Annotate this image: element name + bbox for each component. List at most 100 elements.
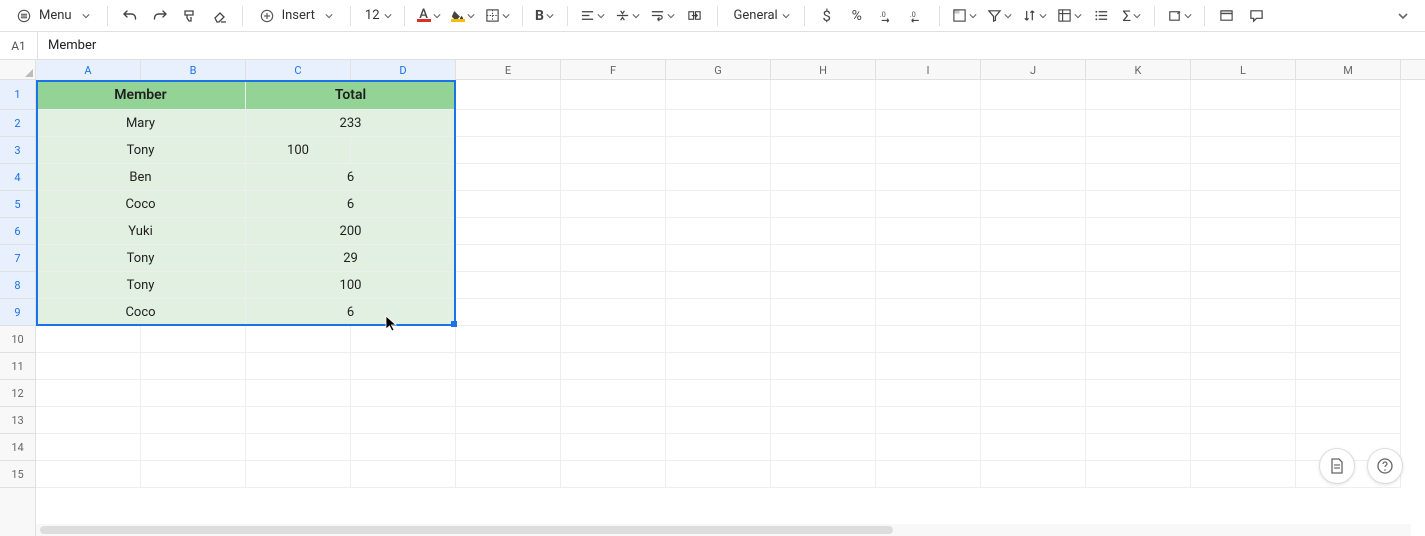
menu-button[interactable]: Menu	[8, 2, 99, 30]
cell[interactable]	[771, 191, 876, 218]
cell[interactable]	[246, 461, 351, 488]
row-header[interactable]: 2	[0, 110, 35, 137]
cell[interactable]	[1086, 110, 1191, 137]
cell[interactable]	[1191, 326, 1296, 353]
cell[interactable]	[141, 326, 246, 353]
font-color-button[interactable]: A	[413, 2, 445, 30]
cell[interactable]	[1296, 137, 1401, 164]
redo-button[interactable]	[146, 2, 174, 30]
cell[interactable]	[981, 110, 1086, 137]
column-header[interactable]: I	[876, 60, 981, 80]
cell[interactable]	[876, 434, 981, 461]
cell[interactable]	[1191, 191, 1296, 218]
help-float-button[interactable]	[1367, 448, 1403, 484]
cell[interactable]	[876, 407, 981, 434]
cell[interactable]	[1296, 272, 1401, 299]
cell[interactable]	[1086, 353, 1191, 380]
cell[interactable]	[561, 353, 666, 380]
cell[interactable]: Member	[36, 80, 246, 110]
cell[interactable]	[771, 434, 876, 461]
cell[interactable]	[876, 353, 981, 380]
cell[interactable]	[36, 407, 141, 434]
cell[interactable]: Tony	[36, 272, 246, 299]
cell[interactable]	[456, 461, 561, 488]
cell[interactable]	[1191, 110, 1296, 137]
cell[interactable]: 100	[246, 272, 456, 299]
cell[interactable]: Tony	[36, 245, 246, 272]
percent-button[interactable]: %	[843, 2, 871, 30]
cell[interactable]: 29	[246, 245, 456, 272]
cell[interactable]	[876, 191, 981, 218]
cell[interactable]	[351, 353, 456, 380]
cell[interactable]	[666, 326, 771, 353]
cell[interactable]	[1191, 137, 1296, 164]
cell[interactable]	[456, 164, 561, 191]
cell[interactable]	[876, 80, 981, 110]
cell[interactable]	[1296, 245, 1401, 272]
cell[interactable]	[456, 272, 561, 299]
column-header[interactable]: D	[351, 60, 456, 80]
cell[interactable]	[1191, 461, 1296, 488]
cell[interactable]	[981, 299, 1086, 326]
cell[interactable]	[1296, 299, 1401, 326]
cell[interactable]	[561, 191, 666, 218]
column-header[interactable]: G	[666, 60, 771, 80]
merge-button[interactable]	[681, 2, 709, 30]
cell[interactable]	[1086, 326, 1191, 353]
cell[interactable]	[141, 434, 246, 461]
cell[interactable]	[351, 380, 456, 407]
row-header[interactable]: 14	[0, 434, 35, 461]
filter-button[interactable]	[983, 2, 1016, 30]
column-header[interactable]: E	[456, 60, 561, 80]
undo-button[interactable]	[116, 2, 144, 30]
cell[interactable]	[1086, 380, 1191, 407]
cell[interactable]	[36, 326, 141, 353]
cell[interactable]	[666, 461, 771, 488]
cell[interactable]	[981, 164, 1086, 191]
cell[interactable]	[246, 326, 351, 353]
cell[interactable]	[981, 272, 1086, 299]
cell[interactable]	[456, 407, 561, 434]
cell[interactable]	[351, 407, 456, 434]
cell[interactable]	[771, 353, 876, 380]
cell[interactable]	[771, 137, 876, 164]
pivot-button[interactable]	[1053, 2, 1086, 30]
format-painter-button[interactable]	[176, 2, 204, 30]
cell[interactable]: Coco	[36, 299, 246, 326]
cell[interactable]	[561, 272, 666, 299]
scrollbar-thumb[interactable]	[40, 526, 893, 534]
cell[interactable]	[666, 299, 771, 326]
list-button[interactable]	[1088, 2, 1116, 30]
cell[interactable]: Coco	[36, 191, 246, 218]
cell[interactable]	[981, 245, 1086, 272]
cell[interactable]	[456, 137, 561, 164]
number-format-button[interactable]: General	[726, 2, 796, 30]
cell[interactable]	[1086, 218, 1191, 245]
toolbar-expand-button[interactable]	[1389, 2, 1417, 30]
cell[interactable]	[456, 80, 561, 110]
row-header[interactable]: 7	[0, 245, 35, 272]
cell[interactable]	[666, 110, 771, 137]
cell[interactable]	[1296, 80, 1401, 110]
cell[interactable]	[456, 380, 561, 407]
cell[interactable]	[876, 326, 981, 353]
cell[interactable]	[771, 326, 876, 353]
column-header[interactable]: M	[1296, 60, 1401, 80]
cell[interactable]	[981, 137, 1086, 164]
cell[interactable]	[141, 353, 246, 380]
cell[interactable]	[1191, 434, 1296, 461]
row-header[interactable]: 6	[0, 218, 35, 245]
horizontal-scrollbar[interactable]	[36, 524, 1411, 536]
row-header[interactable]: 8	[0, 272, 35, 299]
cell[interactable]	[876, 245, 981, 272]
cell[interactable]	[981, 218, 1086, 245]
column-header[interactable]: L	[1191, 60, 1296, 80]
cell[interactable]	[1296, 353, 1401, 380]
cell[interactable]	[876, 299, 981, 326]
cell[interactable]	[981, 434, 1086, 461]
cell[interactable]: Total	[246, 80, 456, 110]
cell[interactable]	[1191, 164, 1296, 191]
cell[interactable]	[876, 137, 981, 164]
borders-button[interactable]	[481, 2, 514, 30]
cell[interactable]	[36, 461, 141, 488]
